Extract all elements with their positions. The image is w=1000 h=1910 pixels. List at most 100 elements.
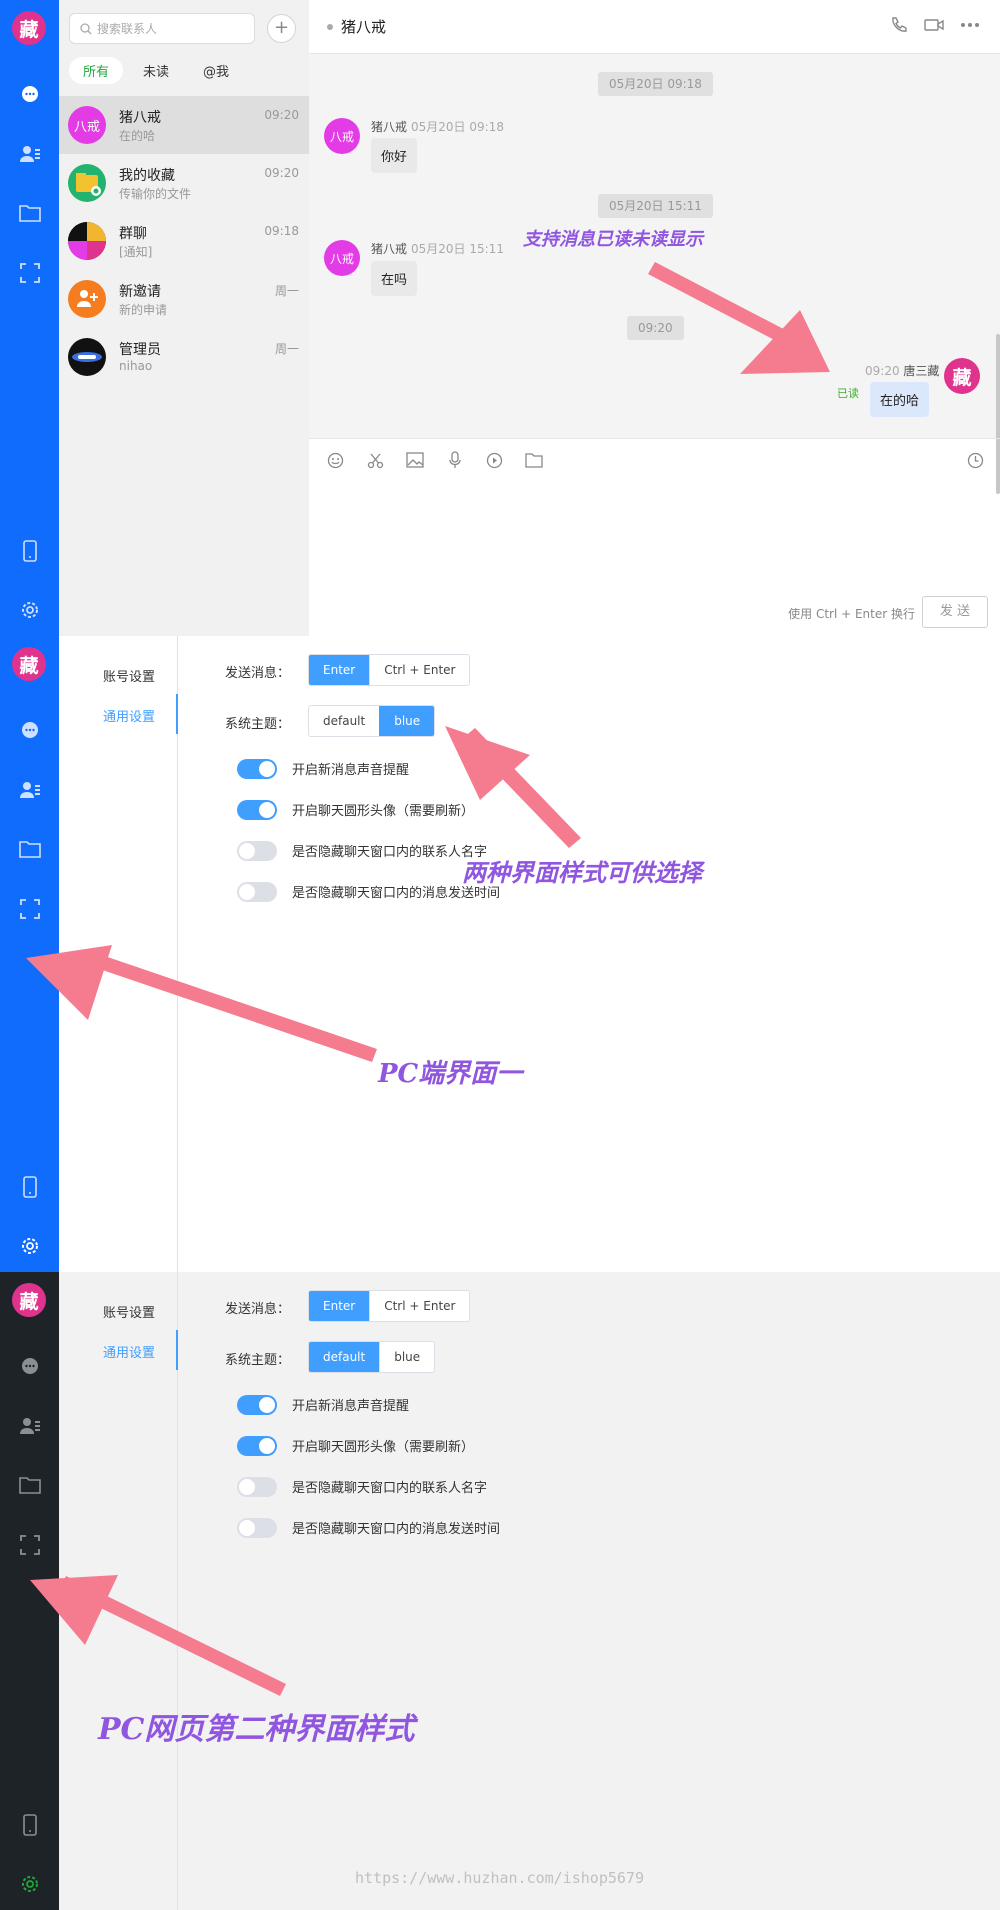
message-meta: 09:20 唐三藏: [861, 362, 939, 379]
hide-send-time-toggle[interactable]: [237, 1518, 277, 1538]
theme-default-option[interactable]: default: [309, 1342, 380, 1372]
settings-panel-default: 账号设置 通用设置 发送消息： Enter Ctrl + Enter 系统主题：…: [59, 1272, 1000, 1910]
input-toolbar: [309, 438, 1000, 480]
contacts-icon[interactable]: [16, 140, 43, 167]
theme-default-option[interactable]: default: [309, 706, 379, 736]
toggle-label: 开启聊天圆形头像（需要刷新）: [292, 804, 475, 819]
send-ctrl-enter-option[interactable]: Ctrl + Enter: [369, 655, 469, 685]
conversation-name: 新邀请: [119, 284, 161, 300]
message-bubble[interactable]: 你好: [371, 138, 418, 173]
admin-avatar: [68, 338, 106, 376]
hide-send-time-toggle[interactable]: [237, 882, 277, 902]
online-status-dot: [327, 24, 333, 30]
annotation-pc-two: PC网页第二种界面样式: [98, 1712, 415, 1747]
menu-general-settings[interactable]: 通用设置: [103, 706, 155, 725]
left-rail: 藏: [0, 0, 59, 636]
filter-tabs: 所有 未读 @我: [69, 57, 243, 84]
send-message-label: 发送消息：: [225, 1302, 291, 1317]
chat-icon[interactable]: [16, 80, 43, 107]
contacts-icon[interactable]: [16, 1412, 43, 1439]
contacts-icon[interactable]: [16, 776, 43, 803]
conversation-item[interactable]: 群聊 [通知] 09:18: [59, 212, 309, 270]
active-menu-indicator: [176, 694, 178, 734]
sound-alert-toggle[interactable]: [237, 759, 277, 779]
send-button[interactable]: 发 送: [922, 596, 988, 628]
newline-hint: 使用 Ctrl + Enter 换行: [788, 607, 915, 621]
left-rail-blue-theme: 藏: [0, 636, 59, 1272]
voice-call-icon[interactable]: [890, 16, 908, 38]
app-logo-avatar[interactable]: 藏: [12, 11, 46, 45]
file-folder-icon[interactable]: [525, 451, 543, 469]
folder-icon[interactable]: [16, 1471, 43, 1498]
folder-icon[interactable]: [16, 835, 43, 862]
more-icon[interactable]: [960, 16, 980, 38]
round-avatar-toggle[interactable]: [237, 800, 277, 820]
settings-gear-icon[interactable]: [16, 1232, 43, 1259]
left-rail-default-theme: 藏: [0, 1272, 59, 1910]
sound-alert-toggle[interactable]: [237, 1395, 277, 1415]
conversation-name: 管理员: [119, 342, 161, 358]
conversation-preview: 传输你的文件: [119, 187, 192, 201]
fullscreen-icon[interactable]: [16, 1531, 43, 1558]
message-time: 09:20: [865, 364, 900, 378]
avatar: 八戒: [68, 106, 106, 144]
conversation-time: 09:20: [264, 108, 299, 122]
fullscreen-icon[interactable]: [16, 895, 43, 922]
send-enter-option[interactable]: Enter: [309, 1291, 370, 1321]
conversation-time: 周一: [274, 342, 299, 356]
history-clock-icon[interactable]: [966, 451, 984, 469]
conversation-item[interactable]: 新邀请 新的申请 周一: [59, 270, 309, 328]
search-input[interactable]: 搜索联系人: [69, 13, 255, 44]
round-avatar-toggle[interactable]: [237, 1436, 277, 1456]
video-icon[interactable]: [485, 451, 503, 469]
filter-mentions[interactable]: @我: [189, 57, 243, 84]
hide-contact-name-toggle[interactable]: [237, 841, 277, 861]
message-bubble[interactable]: 在吗: [371, 261, 418, 296]
add-contact-button[interactable]: +: [267, 14, 296, 43]
menu-general-settings[interactable]: 通用设置: [103, 1342, 155, 1361]
settings-gear-icon[interactable]: [16, 596, 43, 623]
filter-all[interactable]: 所有: [69, 57, 124, 84]
send-ctrl-enter-option[interactable]: Ctrl + Enter: [369, 1291, 469, 1321]
settings-panel-blue: 账号设置 通用设置 发送消息： Enter Ctrl + Enter 系统主题：…: [59, 636, 1000, 1272]
chat-icon[interactable]: [16, 716, 43, 743]
message-meta: 猪八戒 05月20日 09:18: [371, 118, 504, 135]
conversation-item[interactable]: 管理员 nihao 周一: [59, 328, 309, 386]
hide-contact-name-toggle[interactable]: [237, 1477, 277, 1497]
chat-icon[interactable]: [16, 1352, 43, 1379]
conversation-time: 周一: [274, 284, 299, 298]
theme-blue-option[interactable]: blue: [379, 706, 435, 736]
video-call-icon[interactable]: [924, 16, 944, 38]
mobile-icon[interactable]: [16, 537, 43, 564]
menu-account-settings[interactable]: 账号设置: [103, 666, 155, 685]
app-logo-avatar[interactable]: 藏: [12, 1283, 46, 1317]
mobile-icon[interactable]: [16, 1811, 43, 1838]
microphone-icon[interactable]: [446, 451, 464, 469]
conversation-item[interactable]: 八戒 猪八戒 在的哈 09:20: [59, 96, 309, 154]
conversation-name: 猪八戒: [119, 110, 161, 126]
read-status: 已读: [837, 387, 859, 400]
avatar: 八戒: [324, 118, 360, 154]
annotation-themes: 两种界面样式可供选择: [462, 858, 702, 887]
menu-account-settings[interactable]: 账号设置: [103, 1302, 155, 1321]
chat-window: 猪八戒 05月20日 09:18 八戒 猪八戒 05月20日 09:18 你好 0…: [309, 0, 1000, 636]
mobile-icon[interactable]: [16, 1173, 43, 1200]
settings-gear-icon[interactable]: [16, 1870, 43, 1897]
sender-name: 猪八戒: [371, 242, 408, 256]
conversation-preview: 新的申请: [119, 303, 168, 317]
fullscreen-icon[interactable]: [16, 259, 43, 286]
filter-unread[interactable]: 未读: [129, 57, 183, 84]
screenshot-scissors-icon[interactable]: [366, 451, 384, 469]
app-logo-avatar[interactable]: 藏: [12, 647, 46, 681]
send-key-selector: Enter Ctrl + Enter: [308, 1290, 471, 1322]
image-icon[interactable]: [406, 451, 424, 469]
toggle-label: 开启新消息声音提醒: [292, 1399, 410, 1414]
theme-label: 系统主题：: [225, 717, 291, 732]
send-enter-option[interactable]: Enter: [309, 655, 370, 685]
conversation-item[interactable]: 我的收藏 传输你的文件 09:20: [59, 154, 309, 212]
theme-blue-option[interactable]: blue: [379, 1342, 434, 1372]
toggle-label: 是否隐藏聊天窗口内的联系人名字: [292, 1481, 488, 1496]
emoji-icon[interactable]: [326, 451, 344, 469]
message-bubble[interactable]: 在的哈: [870, 382, 930, 417]
folder-icon[interactable]: [16, 199, 43, 226]
